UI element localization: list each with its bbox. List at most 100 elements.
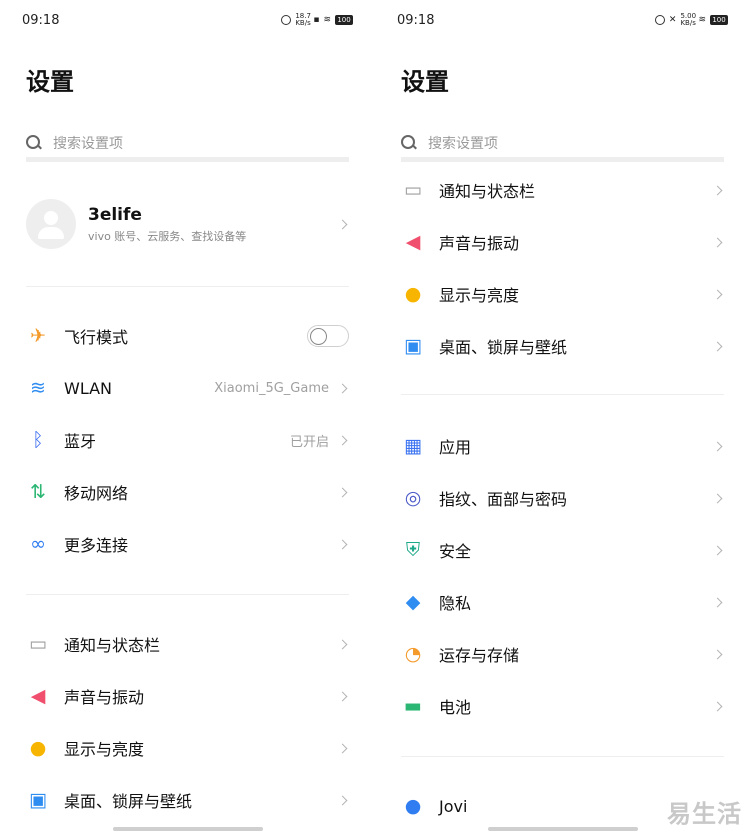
settings-item-2[interactable]: ● 显示与亮度 (401, 274, 724, 314)
divider (401, 394, 724, 395)
mute-icon: ✕ (668, 15, 677, 25)
avatar (26, 199, 76, 249)
search-bar[interactable]: 搜索设置项 (401, 128, 724, 162)
chevron-right-icon (337, 691, 348, 701)
settings-item-label: 声音与振动 (439, 234, 520, 253)
search-icon (401, 135, 416, 150)
mobile-data-icon: ⇅ (30, 480, 46, 503)
settings-item-label: 电池 (439, 698, 472, 717)
battery-status: 100 (335, 15, 353, 25)
speaker-icon: ◀ (405, 230, 421, 253)
apps-icon: ▦ (404, 434, 422, 457)
chevron-right-icon (712, 237, 723, 247)
chevron-right-icon (712, 493, 723, 503)
airplane-icon: ✈ (30, 324, 46, 347)
battery-icon: ▬ (404, 694, 422, 717)
settings-item-0[interactable]: ✈ 飞行模式 (26, 316, 349, 356)
status-bar: 09:18 18.7 KB/s ▪ ≋ 100 (22, 10, 353, 30)
chevron-right-icon (712, 441, 723, 451)
wallpaper-icon: ▣ (404, 334, 422, 357)
settings-item-label: 通知与状态栏 (439, 182, 536, 201)
notification-icon: ▭ (404, 178, 422, 201)
search-placeholder: 搜索设置项 (53, 135, 123, 152)
settings-item-2[interactable]: ᛒ 蓝牙 已开启 (26, 420, 349, 460)
settings-item-label: 指纹、面部与密码 (439, 490, 568, 509)
settings-item-label: 更多连接 (64, 536, 129, 555)
jovi-icon: ● (404, 794, 422, 817)
settings-item-label: 通知与状态栏 (64, 636, 161, 655)
speedometer-icon (654, 15, 665, 25)
page-title: 设置 (26, 68, 74, 96)
settings-item-2[interactable]: ⛨ 安全 (401, 530, 724, 570)
divider (26, 594, 349, 595)
chevron-right-icon (712, 597, 723, 607)
airplane-mode-toggle[interactable] (307, 325, 349, 347)
divider (401, 756, 724, 757)
search-bar[interactable]: 搜索设置项 (26, 128, 349, 162)
settings-item-1[interactable]: ◀ 声音与振动 (26, 676, 349, 716)
search-placeholder: 搜索设置项 (428, 135, 498, 152)
settings-item-0[interactable]: ▭ 通知与状态栏 (26, 624, 349, 664)
page-title: 设置 (401, 68, 449, 96)
settings-item-label: 安全 (439, 542, 472, 561)
settings-screen-left: 09:18 18.7 KB/s ▪ ≋ 100 设置 搜索设置项 3elife … (0, 0, 375, 833)
status-icons: 18.7 KB/s ▪ ≋ 100 (281, 13, 353, 27)
settings-item-label: 蓝牙 (64, 432, 97, 451)
settings-item-0[interactable]: ▦ 应用 (401, 426, 724, 466)
settings-item-1[interactable]: ◎ 指纹、面部与密码 (401, 478, 724, 518)
chevron-right-icon (712, 341, 723, 351)
search-icon (26, 135, 41, 150)
settings-item-label: 显示与亮度 (439, 286, 520, 305)
settings-screen-right: 09:18 ✕ 5.00 KB/s ≋ 100 设置 搜索设置项 ▭ 通知与状态栏… (375, 0, 750, 833)
home-indicator[interactable] (113, 827, 263, 831)
divider (26, 286, 349, 287)
brightness-icon: ● (29, 736, 47, 759)
wifi-icon: ≋ (30, 376, 46, 399)
settings-item-label: 显示与亮度 (64, 740, 145, 759)
settings-item-5[interactable]: ▬ 电池 (401, 686, 724, 726)
chevron-right-icon (337, 219, 348, 229)
chevron-right-icon (712, 185, 723, 195)
bluetooth-icon: ᛒ (32, 428, 44, 451)
speedometer-icon (281, 15, 292, 25)
chevron-right-icon (337, 639, 348, 649)
settings-item-label: 隐私 (439, 594, 472, 613)
settings-item-label: 声音与振动 (64, 688, 145, 707)
settings-item-3[interactable]: ⇅ 移动网络 (26, 472, 349, 512)
settings-item-1[interactable]: ◀ 声音与振动 (401, 222, 724, 262)
home-indicator[interactable] (488, 827, 638, 831)
status-time: 09:18 (397, 12, 435, 28)
account-name: 3elife (88, 204, 142, 225)
chevron-right-icon (337, 383, 348, 393)
settings-item-label: 移动网络 (64, 484, 129, 503)
sim-icon: ▪ (313, 15, 320, 25)
settings-item-1[interactable]: ≋ WLAN Xiaomi_5G_Game (26, 368, 349, 408)
chevron-right-icon (337, 487, 348, 497)
screenshot-comparison: 09:18 18.7 KB/s ▪ ≋ 100 设置 搜索设置项 3elife … (0, 0, 750, 833)
settings-item-3[interactable]: ▣ 桌面、锁屏与壁纸 (401, 326, 724, 366)
settings-item-label: 运存与存储 (439, 646, 520, 665)
status-icons: ✕ 5.00 KB/s ≋ 100 (654, 13, 728, 27)
chevron-right-icon (712, 545, 723, 555)
settings-item-4[interactable]: ∞ 更多连接 (26, 524, 349, 564)
privacy-cube-icon: ◆ (405, 590, 421, 613)
watermark-logo: 易生活 (667, 800, 742, 828)
speaker-icon: ◀ (30, 684, 46, 707)
shield-icon: ⛨ (405, 538, 421, 561)
settings-item-value: Xiaomi_5G_Game (214, 380, 329, 396)
chevron-right-icon (712, 289, 723, 299)
wifi-status-icon: ≋ (323, 15, 331, 25)
net-speed: 18.7 KB/s (295, 12, 311, 27)
settings-item-3[interactable]: ▣ 桌面、锁屏与壁纸 (26, 780, 349, 820)
status-bar: 09:18 ✕ 5.00 KB/s ≋ 100 (397, 10, 728, 30)
settings-item-0[interactable]: ▭ 通知与状态栏 (401, 170, 724, 210)
link-icon: ∞ (30, 532, 46, 555)
settings-item-3[interactable]: ◆ 隐私 (401, 582, 724, 622)
settings-item-2[interactable]: ● 显示与亮度 (26, 728, 349, 768)
storage-pie-icon: ◔ (404, 642, 422, 665)
chevron-right-icon (337, 795, 348, 805)
account-row[interactable]: 3elife vivo 账号、云服务、查找设备等 (26, 198, 349, 250)
notification-icon: ▭ (29, 632, 47, 655)
settings-item-value: 已开启 (289, 434, 329, 450)
settings-item-4[interactable]: ◔ 运存与存储 (401, 634, 724, 674)
